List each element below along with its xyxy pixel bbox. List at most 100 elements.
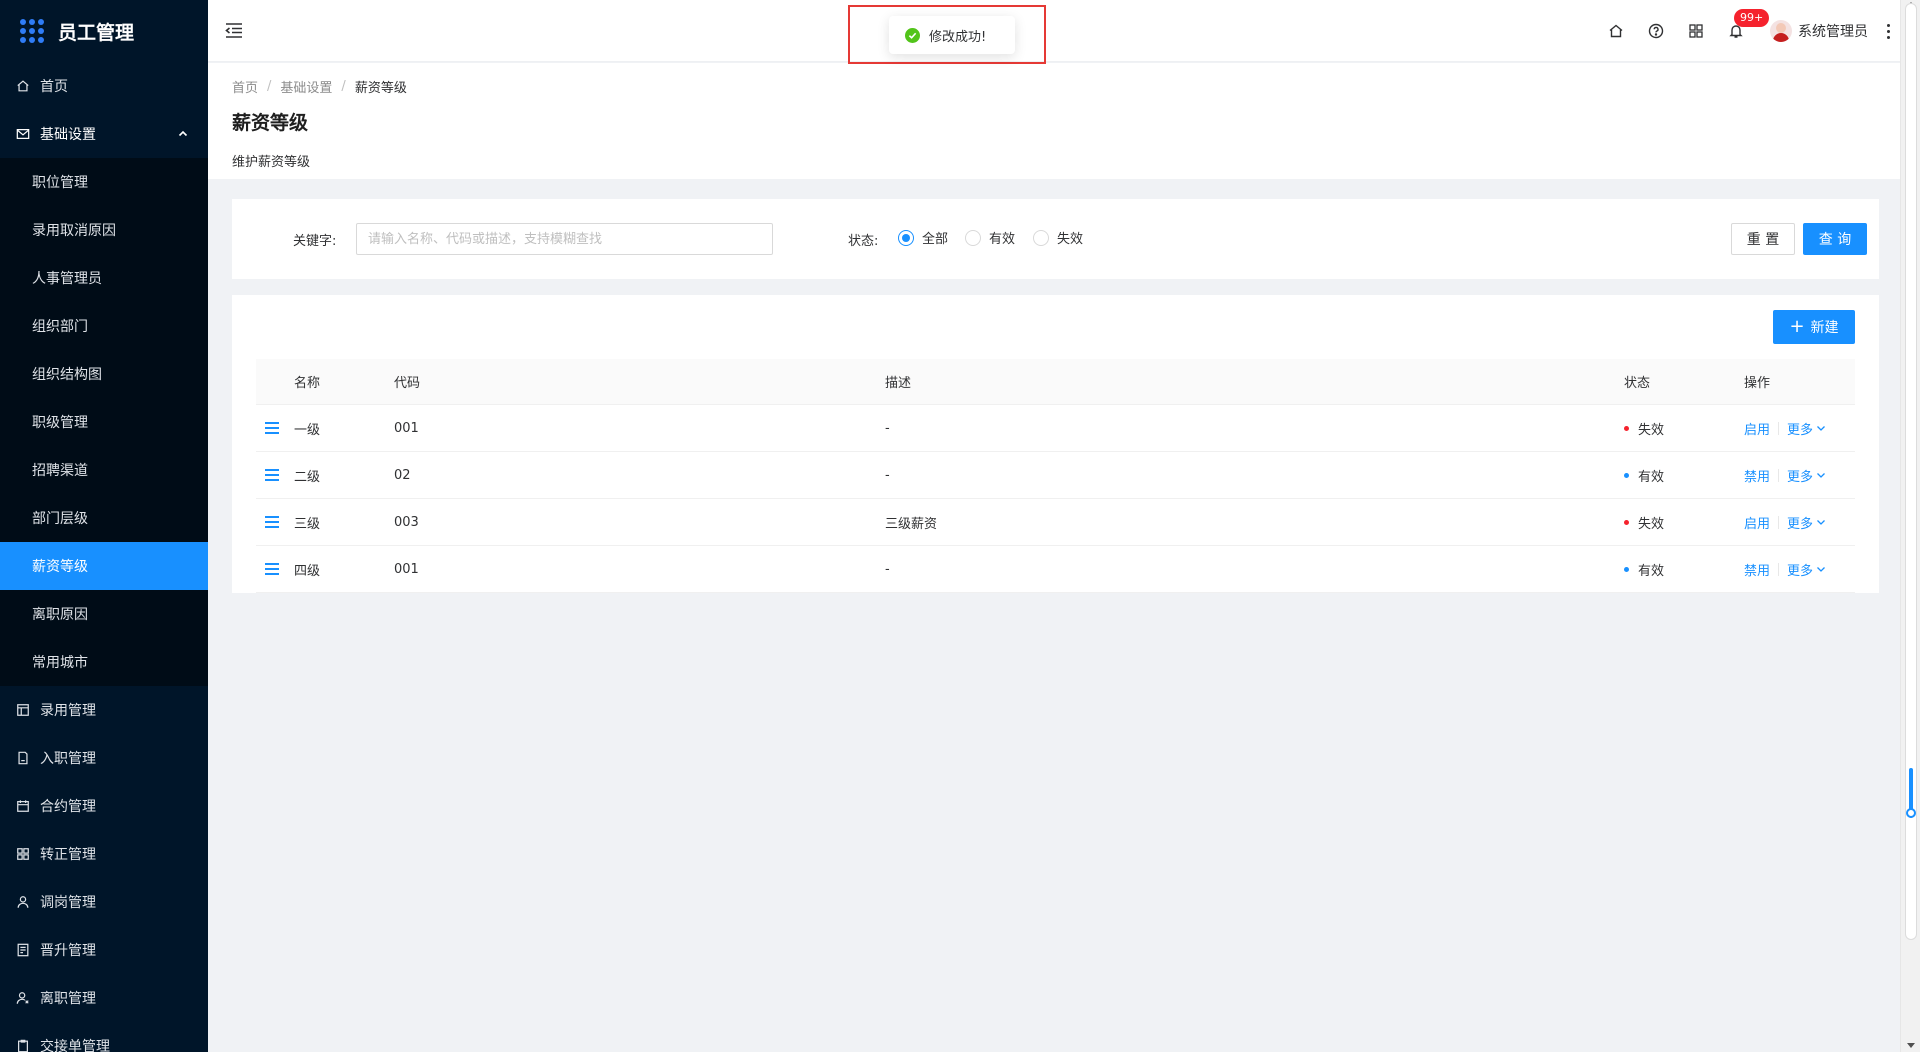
column-header-name: 名称	[294, 376, 321, 391]
cell-name: 四级	[294, 563, 321, 579]
disable-link[interactable]: 禁用	[1744, 560, 1770, 579]
status-dot	[1624, 472, 1629, 478]
table-row: 三级 003 三级薪资 失效 启用 更多	[256, 499, 1855, 546]
cell-code: 003	[394, 514, 419, 530]
sidebar-item-cancel-reason[interactable]: 录用取消原因	[0, 206, 208, 254]
enable-link[interactable]: 启用	[1744, 513, 1770, 532]
home-icon[interactable]	[1606, 21, 1626, 41]
sidebar-item-handover[interactable]: 交接单管理	[0, 1022, 208, 1052]
breadcrumb-home[interactable]: 首页	[232, 77, 258, 96]
breadcrumb-separator: /	[267, 79, 272, 94]
table-row: 一级 001 - 失效 启用 更多	[256, 405, 1855, 452]
sidebar-item-contract[interactable]: 合约管理	[0, 782, 208, 830]
help-icon[interactable]	[1646, 21, 1666, 41]
sidebar-item-hr-admin[interactable]: 人事管理员	[0, 254, 208, 302]
more-dropdown[interactable]: 更多	[1787, 419, 1826, 438]
sidebar-item-channel[interactable]: 招聘渠道	[0, 446, 208, 494]
document-icon	[16, 943, 30, 957]
toast-message: 修改成功!	[929, 29, 987, 45]
scroll-down-arrow-icon[interactable]	[1907, 1043, 1915, 1048]
more-label: 更多	[1787, 469, 1814, 485]
status-radio-invalid[interactable]: 失效	[1033, 228, 1083, 247]
more-dropdown[interactable]: 更多	[1787, 513, 1826, 532]
top-header: 99+ 系统管理员	[208, 0, 1900, 62]
status-radio-all[interactable]: 全部	[898, 228, 948, 247]
sidebar-item-org-dept[interactable]: 组织部门	[0, 302, 208, 350]
mail-icon	[16, 127, 30, 141]
drag-handle-icon[interactable]	[265, 405, 279, 451]
bell-icon[interactable]: 99+	[1726, 9, 1770, 41]
page-scrollbar[interactable]	[1900, 0, 1920, 1052]
submenu-basic-settings: 职位管理 录用取消原因 人事管理员 组织部门 组织结构图 职级管理 招聘渠道 部…	[0, 158, 208, 686]
breadcrumb-parent[interactable]: 基础设置	[280, 77, 332, 96]
reset-button[interactable]: 重 置	[1731, 223, 1795, 255]
sidebar-item-label: 录用管理	[40, 703, 96, 719]
user-leave-icon	[16, 991, 30, 1005]
sidebar-item-cities[interactable]: 常用城市	[0, 638, 208, 686]
sidebar-item-label: 部门层级	[32, 511, 88, 527]
breadcrumb: 首页 / 基础设置 / 薪资等级	[232, 77, 1900, 96]
layout-icon	[16, 703, 30, 717]
sidebar-item-dept-level[interactable]: 部门层级	[0, 494, 208, 542]
sidebar-item-leave-reason[interactable]: 离职原因	[0, 590, 208, 638]
cell-desc: -	[885, 420, 890, 436]
scroll-knob[interactable]	[1906, 808, 1916, 818]
sidebar-item-hiring[interactable]: 录用管理	[0, 686, 208, 734]
cell-ops: 启用 更多	[1744, 405, 1826, 451]
sidebar-item-label: 转正管理	[40, 847, 96, 863]
user-name[interactable]: 系统管理员	[1798, 21, 1868, 41]
column-header-code: 代码	[394, 376, 421, 391]
search-panel: 关键字: 状态: 全部 有效 失效 重 置 查 询	[232, 199, 1879, 279]
keyword-search-input[interactable]	[356, 223, 773, 255]
sidebar-item-position[interactable]: 职位管理	[0, 158, 208, 206]
apps-icon[interactable]	[1686, 21, 1706, 41]
sidebar-item-rank[interactable]: 职级管理	[0, 398, 208, 446]
sidebar-item-label: 基础设置	[40, 127, 96, 143]
chevron-down-icon	[1817, 426, 1825, 431]
table-header-row: 名称 代码 描述 状态 操作	[256, 359, 1855, 405]
status-radio-valid[interactable]: 有效	[965, 228, 1015, 247]
status-text: 有效	[1638, 563, 1665, 579]
menu-fold-icon[interactable]	[224, 20, 244, 40]
sidebar-item-resignation[interactable]: 离职管理	[0, 974, 208, 1022]
sidebar-item-salary-grade[interactable]: 薪资等级	[0, 542, 208, 590]
sidebar-item-label: 入职管理	[40, 751, 96, 767]
app-logo: 员工管理	[0, 0, 208, 62]
app-title: 员工管理	[58, 21, 135, 44]
disable-link[interactable]: 禁用	[1744, 466, 1770, 485]
status-text: 失效	[1638, 422, 1665, 438]
apps-grid-icon	[20, 19, 44, 43]
chevron-down-icon	[1817, 473, 1825, 478]
cell-name: 一级	[294, 422, 321, 438]
cell-code: 001	[394, 561, 419, 577]
avatar[interactable]	[1770, 20, 1792, 42]
enable-link[interactable]: 启用	[1744, 419, 1770, 438]
sidebar-item-onboarding[interactable]: 入职管理	[0, 734, 208, 782]
sidebar-item-org-chart[interactable]: 组织结构图	[0, 350, 208, 398]
cell-desc: -	[885, 561, 890, 577]
sidebar-item-label: 职位管理	[32, 175, 88, 191]
radio-label: 有效	[989, 232, 1016, 247]
sidebar-item-regularization[interactable]: 转正管理	[0, 830, 208, 878]
table-row: 二级 02 - 有效 禁用 更多	[256, 452, 1855, 499]
sidebar-item-home[interactable]: 首页	[0, 62, 208, 110]
more-label: 更多	[1787, 563, 1814, 579]
breadcrumb-current: 薪资等级	[354, 81, 407, 96]
more-vertical-icon[interactable]	[1880, 21, 1896, 41]
sidebar-item-label: 交接单管理	[40, 1039, 110, 1052]
radio-label: 全部	[922, 232, 949, 247]
sidebar-item-transfer[interactable]: 调岗管理	[0, 878, 208, 926]
drag-handle-icon[interactable]	[265, 452, 279, 498]
drag-handle-icon[interactable]	[265, 499, 279, 545]
status-text: 有效	[1638, 469, 1665, 485]
sidebar-item-promotion[interactable]: 晋升管理	[0, 926, 208, 974]
sidebar-item-basic-settings[interactable]: 基础设置	[0, 110, 208, 158]
cell-status: 有效	[1624, 452, 1664, 498]
query-button[interactable]: 查 询	[1803, 223, 1867, 255]
more-dropdown[interactable]: 更多	[1787, 560, 1826, 579]
page-header: 首页 / 基础设置 / 薪资等级 薪资等级 维护薪资等级	[208, 63, 1900, 179]
drag-handle-icon[interactable]	[265, 546, 279, 592]
radio-unchecked-icon	[1033, 229, 1049, 246]
more-dropdown[interactable]: 更多	[1787, 466, 1826, 485]
new-button[interactable]: + 新建	[1773, 310, 1855, 344]
